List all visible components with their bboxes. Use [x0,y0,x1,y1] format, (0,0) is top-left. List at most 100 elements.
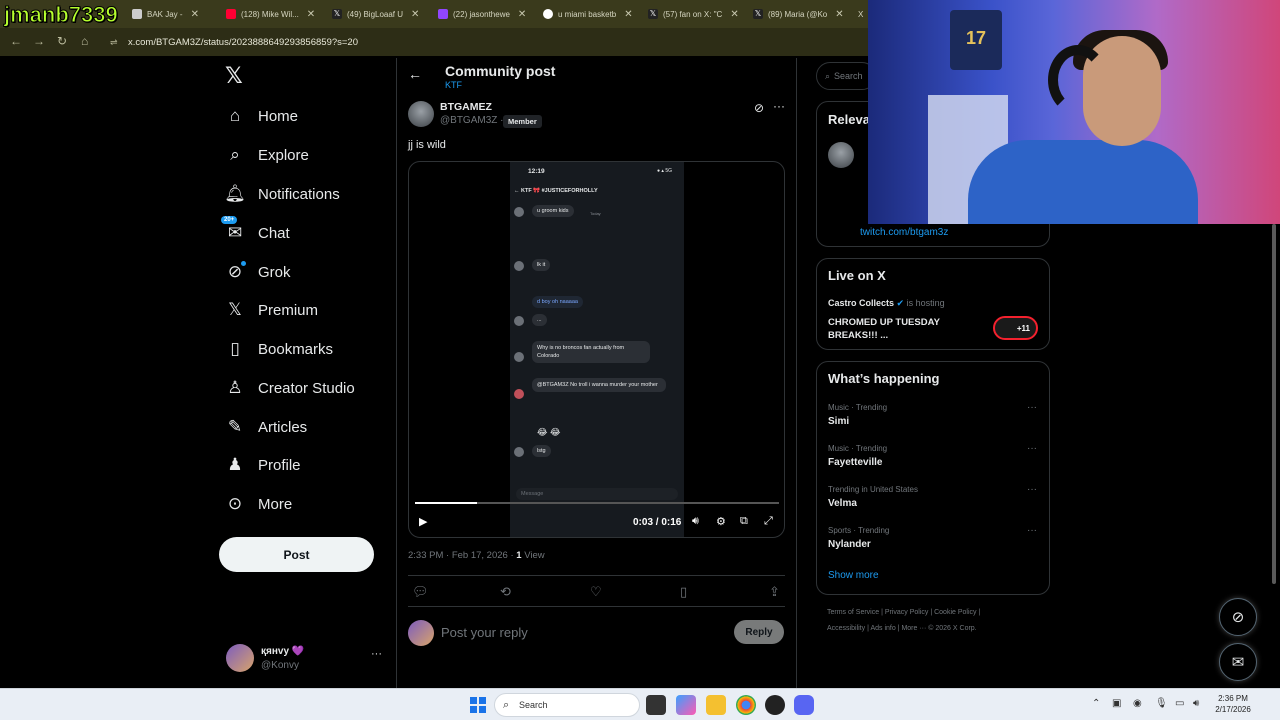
tab-close-icon[interactable]: ✕ [835,9,843,20]
more-icon[interactable]: ··· [773,99,785,113]
nav-chat[interactable]: ✉ 20+ Chat [221,216,290,248]
more-icon[interactable]: ··· [1027,525,1037,536]
profile-link[interactable]: twitch.com/btgam3z [860,227,948,238]
site-info-icon[interactable]: ⇌ [110,37,120,47]
nav-bookmarks[interactable]: ▯ Bookmarks [224,334,333,364]
post-handle[interactable]: @BTGAM3Z · [440,115,504,126]
video-player[interactable]: 12:19 ● ▴ 5G ← KTF 🎀 #JUSTICEFORHOLLY u … [408,161,785,538]
reply-input[interactable]: Post your reply [441,625,528,640]
grok-icon[interactable]: ⊘ [754,101,764,115]
network-icon[interactable]: ▭ [1175,698,1184,709]
nav-more[interactable]: ⊙ More [224,489,292,519]
browser-tab[interactable]: (22) jasonthewe ✕ [438,4,534,24]
nav-creator-studio[interactable]: ♙ Creator Studio [224,373,354,403]
trend-item[interactable]: Music · Trending Simi [828,403,887,427]
reply-icon[interactable]: 💬︎ [412,584,429,600]
play-icon[interactable]: ▶ [419,515,427,528]
trend-item[interactable]: Sports · Trending Nylander [828,526,889,550]
browser-tab[interactable]: 𝕏 (49) BigLoaaf U ✕ [332,4,428,24]
repost-icon[interactable]: ⟲ [500,584,511,600]
tab-close-icon[interactable]: ✕ [624,9,632,20]
live-stream-title[interactable]: CHROMED UP TUESDAY BREAKS!!! ... [828,316,978,342]
taskbar-search[interactable]: ⌕ Search [494,693,640,717]
tab-close-icon[interactable]: ✕ [411,9,419,20]
account-switcher[interactable]: қянvy 💜 @Konvy ··· [226,642,386,674]
fullscreen-icon[interactable]: ⤢ [764,515,773,528]
tray-app-icon[interactable]: ◉ [1133,698,1142,709]
back-arrow-icon[interactable]: ← [408,66,422,82]
reload-icon[interactable]: ↻ [57,34,67,48]
nav-profile[interactable]: ♟ Profile [224,450,300,480]
avatar[interactable] [408,101,434,127]
avatar [514,207,524,217]
tab-close-icon[interactable]: ✕ [191,9,199,20]
more-icon[interactable]: ··· [1027,484,1037,495]
nav-home[interactable]: ⌂ Home [224,101,298,131]
post-button[interactable]: Post [219,537,374,572]
tab-close-icon[interactable]: ✕ [307,9,315,20]
x-logo-icon[interactable]: 𝕏 [225,65,247,87]
search-input[interactable]: ⌕ Search [816,62,876,90]
browser-tab[interactable]: 𝕏 (57) fan on X: "C ✕ [648,4,744,24]
browser-tab[interactable]: u miami basketb ✕ [543,4,639,24]
copilot-icon[interactable] [676,695,696,715]
nav-label: Notifications [258,185,340,203]
more-icon[interactable]: ··· [1027,402,1037,413]
taskbar-app-icon[interactable] [646,695,666,715]
file-explorer-icon[interactable] [706,695,726,715]
browser-tab[interactable]: (128) Mike Wil... ✕ [226,4,320,24]
nav-notifications[interactable]: 🔔︎ Notifications [224,179,340,209]
community-link[interactable]: KTF [445,80,462,90]
pip-icon[interactable]: ⧉ [740,515,748,528]
url-text: x.com/BTGAM3Z/status/2023888649293856859… [128,36,358,48]
trend-item[interactable]: Trending in United States Velma [828,485,918,509]
windows-start-icon[interactable] [470,697,486,713]
grok-floating-button[interactable]: ⊘ [1219,598,1257,636]
forward-arrow-icon[interactable]: → [33,34,45,48]
footer-links[interactable]: Accessibility | Ads info | More ··· © 20… [827,625,977,632]
more-icon[interactable]: ··· [371,648,382,660]
home-icon[interactable]: ⌂ [81,34,88,48]
live-listeners-badge[interactable]: +11 [993,316,1038,340]
nav-premium[interactable]: 𝕏 Premium [224,295,318,325]
tab-close-icon[interactable]: ✕ [730,9,738,20]
tab-close-icon[interactable]: ✕ [518,9,526,20]
system-clock[interactable]: 2:36 PM 2/17/2026 [1212,693,1254,715]
nav-articles[interactable]: ✎ Articles [224,412,307,442]
back-arrow-icon[interactable]: ← [10,34,22,48]
browser-tab[interactable]: 𝕏 (89) Maria (@Ko ✕ [753,4,849,24]
url-bar[interactable]: ⇌ x.com/BTGAM3Z/status/20238886492938568… [110,32,866,52]
chrome-icon[interactable] [736,695,756,715]
video-progress-bar[interactable] [415,502,779,504]
browser-tab[interactable]: X [858,4,868,24]
messages-floating-button[interactable]: ✉ [1219,643,1257,681]
volume-icon[interactable]: 🔊︎ [692,515,699,528]
show-more-link[interactable]: Show more [828,570,879,581]
microphone-icon[interactable]: 🎙︎ [1155,698,1168,709]
footer-links[interactable]: Terms of Service | Privacy Policy | Cook… [827,609,980,616]
obs-icon[interactable] [765,695,785,715]
live-host[interactable]: Castro Collects ✔ is hosting [828,298,945,309]
scrollbar[interactable] [1270,224,1278,584]
volume-icon[interactable]: 🔊︎ [1193,698,1199,709]
share-icon[interactable]: ⇪ [769,584,780,600]
bookmark-icon[interactable]: ▯ [680,584,687,600]
bookmark-icon: ▯ [230,339,240,358]
chevron-up-icon[interactable]: ⌃ [1092,698,1100,709]
chat-badge: 20+ [221,216,238,224]
scrollbar-thumb[interactable] [1272,224,1276,584]
account-name: қянvy 💜 [261,646,305,657]
post-author[interactable]: BTGAMEZ [440,101,492,113]
nav-grok[interactable]: ⊘ Grok [224,257,291,287]
avatar[interactable] [828,142,854,168]
post-timestamp[interactable]: 2:33 PM · Feb 17, 2026 · [408,550,514,561]
browser-tab[interactable]: BAK Jay - ✕ [132,4,218,24]
like-icon[interactable]: ♡ [590,584,602,600]
more-icon[interactable]: ··· [1027,443,1037,454]
trend-item[interactable]: Music · Trending Fayetteville [828,444,887,468]
settings-icon[interactable]: ⚙ [716,515,726,528]
tray-app-icon[interactable]: ▣ [1112,698,1121,709]
reply-button[interactable]: Reply [734,620,784,644]
discord-icon[interactable] [794,695,814,715]
nav-explore[interactable]: ⌕ Explore [224,140,309,170]
